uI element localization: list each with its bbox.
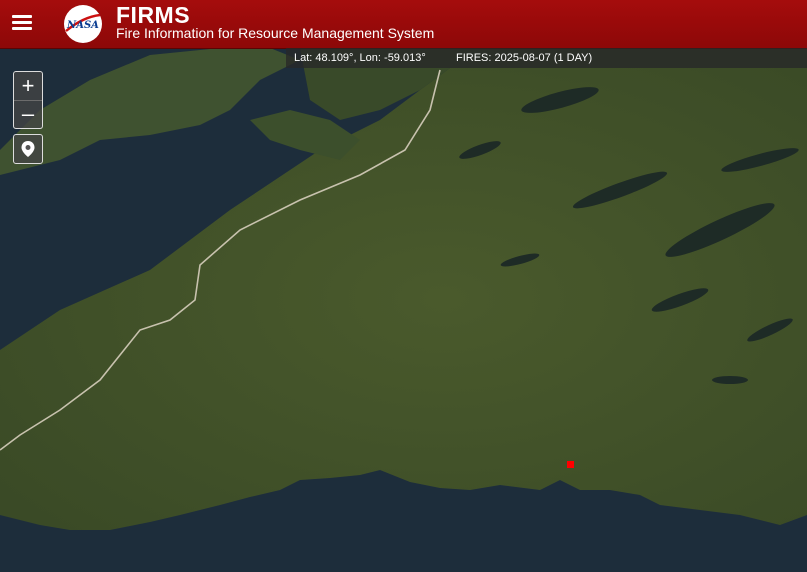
location-button[interactable] bbox=[13, 134, 43, 164]
zoom-out-button[interactable]: – bbox=[13, 100, 43, 129]
zoom-in-button[interactable]: + bbox=[13, 71, 43, 101]
status-bar: Lat: 48.109°, Lon: -59.013° FIRES: 2025-… bbox=[286, 48, 807, 68]
coordinate-readout: Lat: 48.109°, Lon: -59.013° bbox=[294, 52, 426, 64]
app-header: NASA FIRMS Fire Information for Resource… bbox=[0, 0, 807, 49]
app-subtitle: Fire Information for Resource Management… bbox=[116, 25, 435, 41]
nasa-logo[interactable]: NASA bbox=[62, 3, 104, 45]
satellite-map[interactable] bbox=[0, 0, 807, 572]
fires-date-label: FIRES: 2025-08-07 (1 DAY) bbox=[456, 52, 593, 64]
menu-icon[interactable] bbox=[12, 12, 32, 34]
location-pin-icon bbox=[21, 141, 35, 157]
svg-text:NASA: NASA bbox=[66, 20, 99, 31]
fire-hotspot[interactable] bbox=[567, 461, 574, 468]
